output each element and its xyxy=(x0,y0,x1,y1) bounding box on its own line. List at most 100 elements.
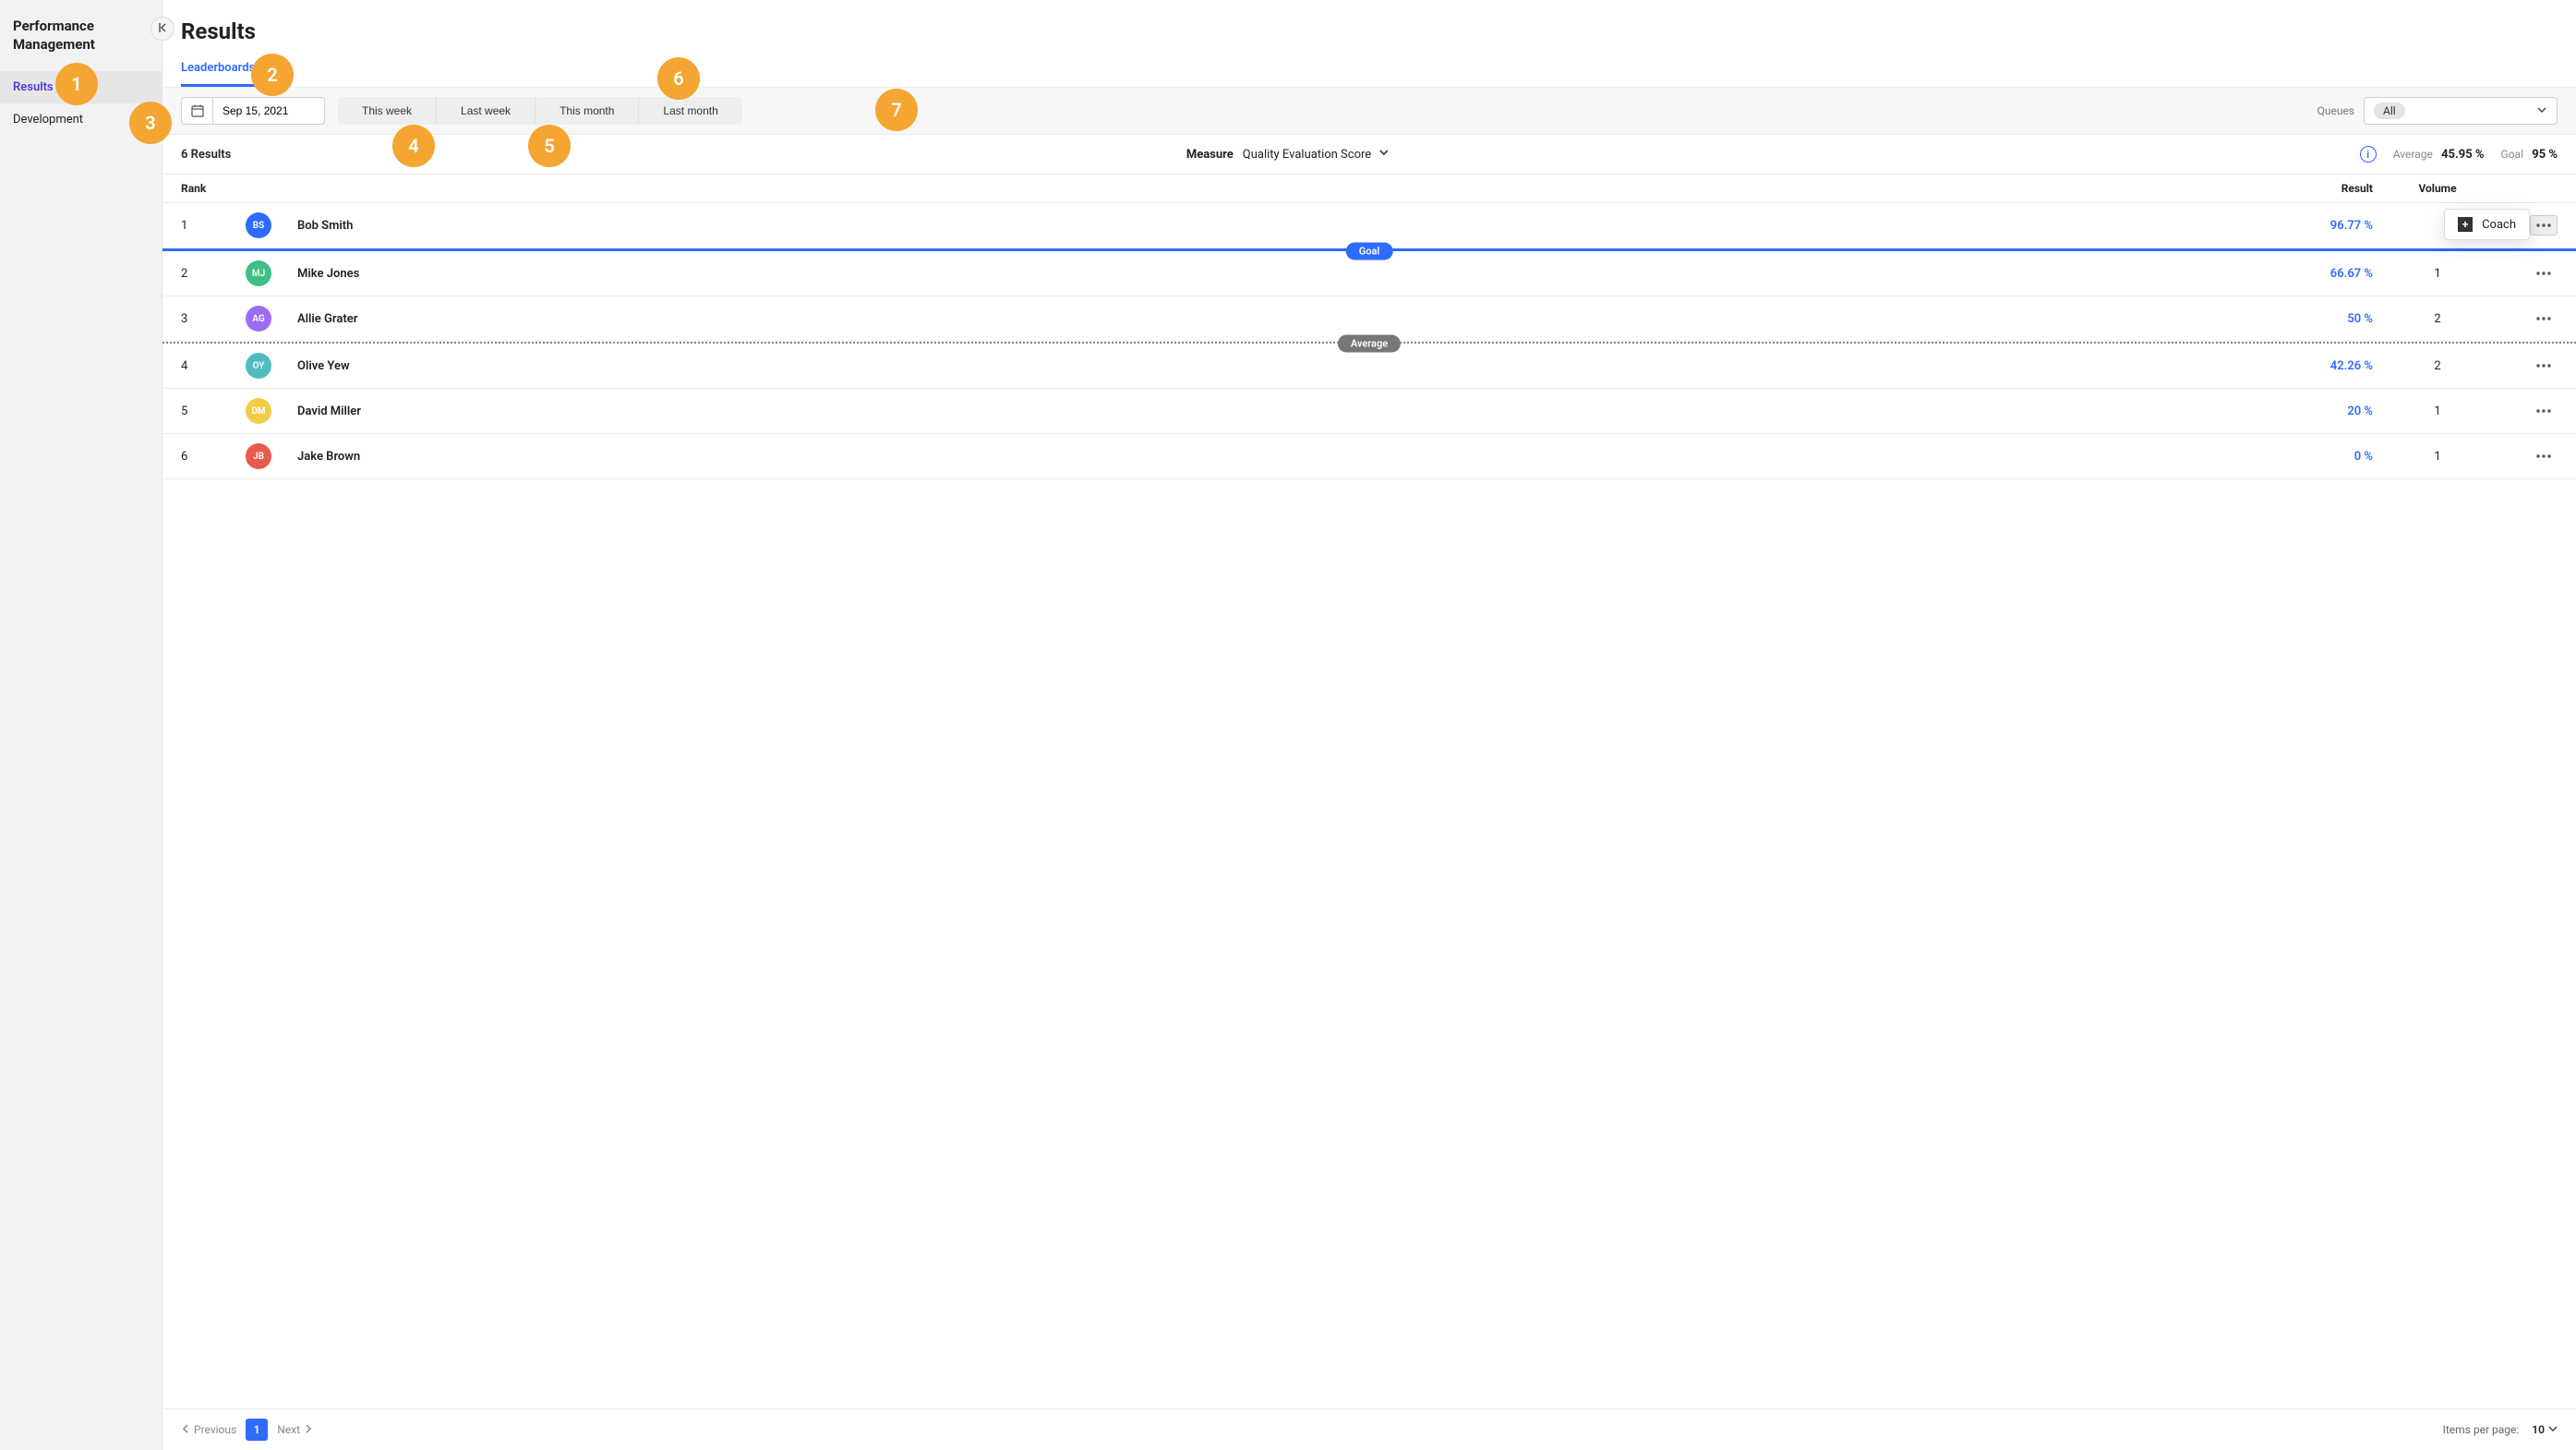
queues-select[interactable]: All xyxy=(2364,97,2558,125)
row-actions-button[interactable] xyxy=(2530,446,2558,466)
sidebar-item-results[interactable]: Results xyxy=(0,71,162,103)
table-row: 6 JB Jake Brown 0 % 1 xyxy=(163,434,2576,479)
queues-label: Queues xyxy=(2317,104,2354,117)
range-this-month[interactable]: This month xyxy=(535,97,638,125)
coach-popover[interactable]: Coach xyxy=(2444,209,2530,240)
avatar: AG xyxy=(246,306,271,332)
pager-previous[interactable]: Previous xyxy=(181,1423,236,1436)
cell-name: Mike Jones xyxy=(297,267,2234,281)
cell-volume: 1 xyxy=(2373,450,2502,464)
cell-rank: 5 xyxy=(181,405,246,418)
measure-label: Measure xyxy=(1186,148,1234,162)
table-row: 5 DM David Miller 20 % 1 xyxy=(163,389,2576,434)
pager-page-1[interactable]: 1 xyxy=(246,1419,268,1441)
cell-volume: 1 xyxy=(2373,405,2502,418)
pager: Previous 1 Next xyxy=(181,1419,313,1441)
chevron-down-icon xyxy=(2548,1423,2558,1436)
items-per-page-select[interactable]: 10 xyxy=(2532,1423,2558,1436)
table-row: 2 MJ Mike Jones 66.67 % 1 xyxy=(163,251,2576,296)
cell-result[interactable]: 96.77 % xyxy=(2234,219,2373,233)
cell-rank: 6 xyxy=(181,450,246,464)
summary-bar: 6 Results Measure Quality Evaluation Sco… xyxy=(163,135,2576,175)
tab-label: Leaderboards xyxy=(181,61,255,75)
stat-goal: Goal 95 % xyxy=(2501,148,2558,162)
queues-selected-pill: All xyxy=(2374,103,2405,119)
main: Results Leaderboards This week Last week… xyxy=(163,0,2576,1450)
cell-volume: 1 xyxy=(2373,267,2502,281)
avatar: MJ xyxy=(246,260,271,286)
measure-select[interactable]: Quality Evaluation Score xyxy=(1243,147,1390,162)
chevron-down-icon xyxy=(1378,147,1390,162)
row-actions-button[interactable] xyxy=(2530,356,2558,376)
calendar-icon xyxy=(182,98,213,124)
stat-average-value: 45.95 % xyxy=(2441,148,2484,162)
col-result: Result xyxy=(2234,182,2373,195)
sidebar-title: Performance Management xyxy=(0,0,162,71)
coach-label: Coach xyxy=(2482,218,2516,232)
sidebar-collapse-button[interactable] xyxy=(150,17,175,41)
measure-value-text: Quality Evaluation Score xyxy=(1243,148,1371,162)
cell-rank: 4 xyxy=(181,359,246,373)
sidebar-item-label: Development xyxy=(13,113,83,127)
row-actions-button[interactable] xyxy=(2530,263,2558,284)
chevron-down-icon xyxy=(2536,104,2547,118)
chevron-left-icon xyxy=(181,1423,190,1436)
range-presets: This week Last week This month Last mont… xyxy=(338,97,742,125)
leaderboard-table: Rank Result Volume 1 BS Bob Smith 96.77 … xyxy=(163,175,2576,1408)
results-count: 6 Results xyxy=(181,148,231,162)
cell-name: David Miller xyxy=(297,405,2234,418)
range-last-month[interactable]: Last month xyxy=(638,97,741,125)
pager-next-label: Next xyxy=(277,1423,300,1436)
page-header: Results xyxy=(163,0,2576,50)
col-volume: Volume xyxy=(2373,182,2502,195)
avatar: JB xyxy=(246,443,271,469)
chevron-collapse-icon xyxy=(157,22,168,36)
chevron-right-icon xyxy=(304,1423,313,1436)
avatar: OY xyxy=(246,353,271,379)
stat-goal-value: 95 % xyxy=(2532,148,2558,162)
stat-average-label: Average xyxy=(2393,148,2433,161)
items-per-page-value: 10 xyxy=(2532,1423,2545,1436)
table-footer: Previous 1 Next Items per page: 10 xyxy=(163,1408,2576,1450)
cell-volume: 2 xyxy=(2373,312,2502,326)
range-last-week[interactable]: Last week xyxy=(436,97,535,125)
cell-rank: 2 xyxy=(181,267,246,281)
cell-volume: 2 xyxy=(2373,359,2502,373)
sidebar-nav: Results Development xyxy=(0,71,162,136)
filter-bar: This week Last week This month Last mont… xyxy=(163,87,2576,135)
cell-result[interactable]: 66.67 % xyxy=(2234,267,2373,281)
cell-name: Jake Brown xyxy=(297,450,2234,464)
cell-name: Olive Yew xyxy=(297,359,2234,373)
cell-result[interactable]: 20 % xyxy=(2234,405,2373,418)
cell-result[interactable]: 0 % xyxy=(2234,450,2373,464)
avatar: DM xyxy=(246,398,271,424)
pager-previous-label: Previous xyxy=(194,1423,236,1436)
row-actions-button[interactable] xyxy=(2530,215,2558,236)
cell-rank: 1 xyxy=(181,219,246,233)
stat-average: Average 45.95 % xyxy=(2393,148,2485,162)
row-actions-button[interactable] xyxy=(2530,401,2558,421)
cell-result[interactable]: 42.26 % xyxy=(2234,359,2373,373)
date-input[interactable] xyxy=(213,98,324,124)
sidebar-item-development[interactable]: Development xyxy=(0,103,162,136)
table-header-row: Rank Result Volume xyxy=(163,175,2576,203)
avatar: BS xyxy=(246,212,271,238)
table-row: 4 OY Olive Yew 42.26 % 2 xyxy=(163,344,2576,389)
row-actions-button[interactable] xyxy=(2530,308,2558,329)
pager-next[interactable]: Next xyxy=(277,1423,313,1436)
coach-icon xyxy=(2458,217,2473,232)
cell-name: Bob Smith xyxy=(297,219,2234,233)
tabs: Leaderboards xyxy=(163,50,2576,87)
date-picker[interactable] xyxy=(181,97,325,125)
info-icon[interactable]: i xyxy=(2360,146,2377,163)
sidebar-item-label: Results xyxy=(13,80,54,94)
page-title: Results xyxy=(181,18,2558,44)
range-this-week[interactable]: This week xyxy=(338,97,436,125)
items-per-page-label: Items per page: xyxy=(2443,1423,2520,1436)
cell-rank: 3 xyxy=(181,312,246,326)
tab-leaderboards[interactable]: Leaderboards xyxy=(181,50,255,87)
cell-result[interactable]: 50 % xyxy=(2234,312,2373,326)
sidebar: Performance Management Results Developme… xyxy=(0,0,163,1450)
stat-goal-label: Goal xyxy=(2501,148,2523,161)
col-rank: Rank xyxy=(181,182,246,195)
